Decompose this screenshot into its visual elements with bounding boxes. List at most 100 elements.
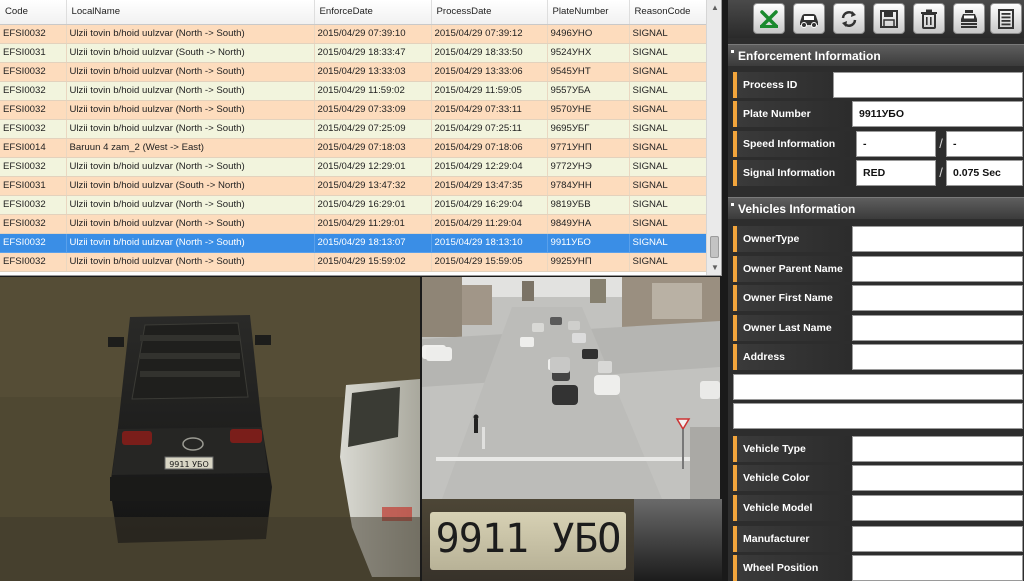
table-row[interactable]: EFSI0032 Ulzii tovin b/hoid uulzvar (Nort…: [0, 157, 707, 177]
vehicle-model-label: Vehicle Model: [733, 495, 850, 521]
list-icon: [998, 9, 1014, 29]
vehicle-type-label: Vehicle Type: [733, 436, 850, 462]
cell-localname: Baruun 4 zam_2 (West -> East): [66, 138, 315, 158]
wheel-position-field[interactable]: [852, 555, 1023, 581]
excel-export-button[interactable]: [753, 3, 785, 34]
vehicle-lookup-button[interactable]: [793, 3, 825, 34]
cell-localname: Ulzii tovin b/hoid uulzvar (North -> Sou…: [66, 119, 315, 139]
cell-code: EFSI0032: [0, 214, 67, 234]
cell-reasoncode: SIGNAL: [629, 62, 707, 82]
cell-code: EFSI0032: [0, 81, 67, 101]
address-field[interactable]: [852, 344, 1023, 370]
owner-parent-name-field[interactable]: [852, 256, 1023, 282]
cell-platenumber: 9925УНП: [547, 252, 630, 272]
vehicle-type-field[interactable]: [852, 436, 1023, 462]
cell-localname: Ulzii tovin b/hoid uulzvar (North -> Sou…: [66, 195, 315, 215]
enforcement-table: Code LocalName EnforceDate ProcessDate P…: [0, 0, 722, 276]
column-header-platenumber[interactable]: PlateNumber: [547, 0, 630, 25]
cell-enforcedate: 2015/04/29 07:25:09: [314, 119, 432, 139]
cell-reasoncode: SIGNAL: [629, 157, 707, 177]
cell-processdate: 2015/04/29 11:29:04: [431, 214, 548, 234]
table-row[interactable]: EFSI0032 Ulzii tovin b/hoid uulzvar (Nort…: [0, 81, 707, 101]
save-button[interactable]: [873, 3, 905, 34]
cell-reasoncode: SIGNAL: [629, 24, 707, 44]
delete-button[interactable]: [913, 3, 945, 34]
table-row[interactable]: EFSI0032 Ulzii tovin b/hoid uulzvar (Nort…: [0, 195, 707, 215]
cell-processdate: 2015/04/29 13:47:35: [431, 176, 548, 196]
scrollbar-thumb[interactable]: [710, 236, 719, 258]
cell-enforcedate: 2015/04/29 13:33:03: [314, 62, 432, 82]
manufacturer-field[interactable]: [852, 526, 1023, 552]
cell-processdate: 2015/04/29 13:33:06: [431, 62, 548, 82]
cell-code: EFSI0032: [0, 119, 67, 139]
cell-localname: Ulzii tovin b/hoid uulzvar (North -> Sou…: [66, 252, 315, 272]
speed-value-field-2[interactable]: -: [946, 131, 1023, 157]
vehicle-color-field[interactable]: [852, 465, 1023, 491]
column-header-enforcedate[interactable]: EnforceDate: [314, 0, 432, 25]
cell-code: EFSI0032: [0, 195, 67, 215]
scroll-down-icon[interactable]: ▼: [707, 260, 721, 275]
signal-value-field-2[interactable]: 0.075 Sec: [946, 160, 1023, 186]
cell-platenumber: 9911УБО: [547, 233, 630, 253]
trash-icon: [921, 9, 937, 29]
cell-enforcedate: 2015/04/29 07:18:03: [314, 138, 432, 158]
vehicle-print-button[interactable]: [953, 3, 985, 34]
signal-separator: /: [939, 165, 943, 180]
cell-platenumber: 9849УНА: [547, 214, 630, 234]
owner-type-label: OwnerType: [733, 226, 850, 252]
cell-platenumber: 9545УНТ: [547, 62, 630, 82]
cell-localname: Ulzii tovin b/hoid uulzvar (North -> Sou…: [66, 62, 315, 82]
process-id-field[interactable]: [833, 72, 1023, 98]
address-line-3-field[interactable]: [733, 403, 1023, 429]
scroll-up-icon[interactable]: ▲: [707, 0, 721, 16]
cell-platenumber: 9524УНХ: [547, 43, 630, 63]
plate-number-label: Plate Number: [733, 101, 850, 127]
vehicles-section-title: Vehicles Information: [728, 197, 1024, 219]
plate-number-field[interactable]: 9911УБО: [852, 101, 1023, 127]
signal-value-field-1[interactable]: RED: [856, 160, 936, 186]
address-line-2-field[interactable]: [733, 374, 1023, 400]
cell-processdate: 2015/04/29 07:25:11: [431, 119, 548, 139]
column-header-reasoncode[interactable]: ReasonCode: [629, 0, 707, 25]
car-rear-image: 9911 УБО: [0, 277, 420, 581]
table-row[interactable]: EFSI0032 Ulzii tovin b/hoid uulzvar (Nort…: [0, 100, 707, 120]
vehicle-color-label: Vehicle Color: [733, 465, 850, 491]
column-header-processdate[interactable]: ProcessDate: [431, 0, 548, 25]
table-row[interactable]: EFSI0032 Ulzii tovin b/hoid uulzvar (Nort…: [0, 119, 707, 139]
address-label: Address: [733, 344, 850, 370]
column-header-code[interactable]: Code: [0, 0, 67, 25]
speed-value-field-1[interactable]: -: [856, 131, 936, 157]
cell-platenumber: 9695УБГ: [547, 119, 630, 139]
table-row[interactable]: EFSI0032 Ulzii tovin b/hoid uulzvar (Nort…: [0, 233, 707, 253]
cell-reasoncode: SIGNAL: [629, 43, 707, 63]
wheel-position-label: Wheel Position: [733, 555, 850, 581]
table-row[interactable]: EFSI0031 Ulzii tovin b/hoid uulzvar (Sout…: [0, 43, 707, 63]
owner-last-name-label: Owner Last Name: [733, 315, 850, 341]
cell-platenumber: 9772УНЭ: [547, 157, 630, 177]
refresh-button[interactable]: [833, 3, 865, 34]
table-row[interactable]: EFSI0032 Ulzii tovin b/hoid uulzvar (Nort…: [0, 24, 707, 44]
owner-type-field[interactable]: [852, 226, 1023, 252]
cell-enforcedate: 2015/04/29 07:39:10: [314, 24, 432, 44]
plate-crop: 9911 УБО: [430, 512, 626, 570]
cell-processdate: 2015/04/29 16:29:04: [431, 195, 548, 215]
table-row[interactable]: EFSI0032 Ulzii tovin b/hoid uulzvar (Nort…: [0, 252, 707, 272]
cell-localname: Ulzii tovin b/hoid uulzvar (North -> Sou…: [66, 214, 315, 234]
empty-image-slot: [634, 499, 722, 581]
cell-reasoncode: SIGNAL: [629, 233, 707, 253]
table-scrollbar[interactable]: ▲ ▼: [706, 0, 721, 275]
vehicle-model-field[interactable]: [852, 495, 1023, 521]
table-row[interactable]: EFSI0031 Ulzii tovin b/hoid uulzvar (Sout…: [0, 176, 707, 196]
table-row[interactable]: EFSI0014 Baruun 4 zam_2 (West -> East) 201…: [0, 138, 707, 158]
toolbar: [728, 0, 1024, 38]
list-button[interactable]: [990, 3, 1022, 34]
cell-processdate: 2015/04/29 18:33:50: [431, 43, 548, 63]
cell-reasoncode: SIGNAL: [629, 195, 707, 215]
enforcement-grid: Code LocalName EnforceDate ProcessDate P…: [0, 0, 707, 272]
table-row[interactable]: EFSI0032 Ulzii tovin b/hoid uulzvar (Nort…: [0, 214, 707, 234]
column-header-localname[interactable]: LocalName: [66, 0, 315, 25]
cell-processdate: 2015/04/29 15:59:05: [431, 252, 548, 272]
owner-last-name-field[interactable]: [852, 315, 1023, 341]
owner-first-name-field[interactable]: [852, 285, 1023, 311]
table-row[interactable]: EFSI0032 Ulzii tovin b/hoid uulzvar (Nort…: [0, 62, 707, 82]
